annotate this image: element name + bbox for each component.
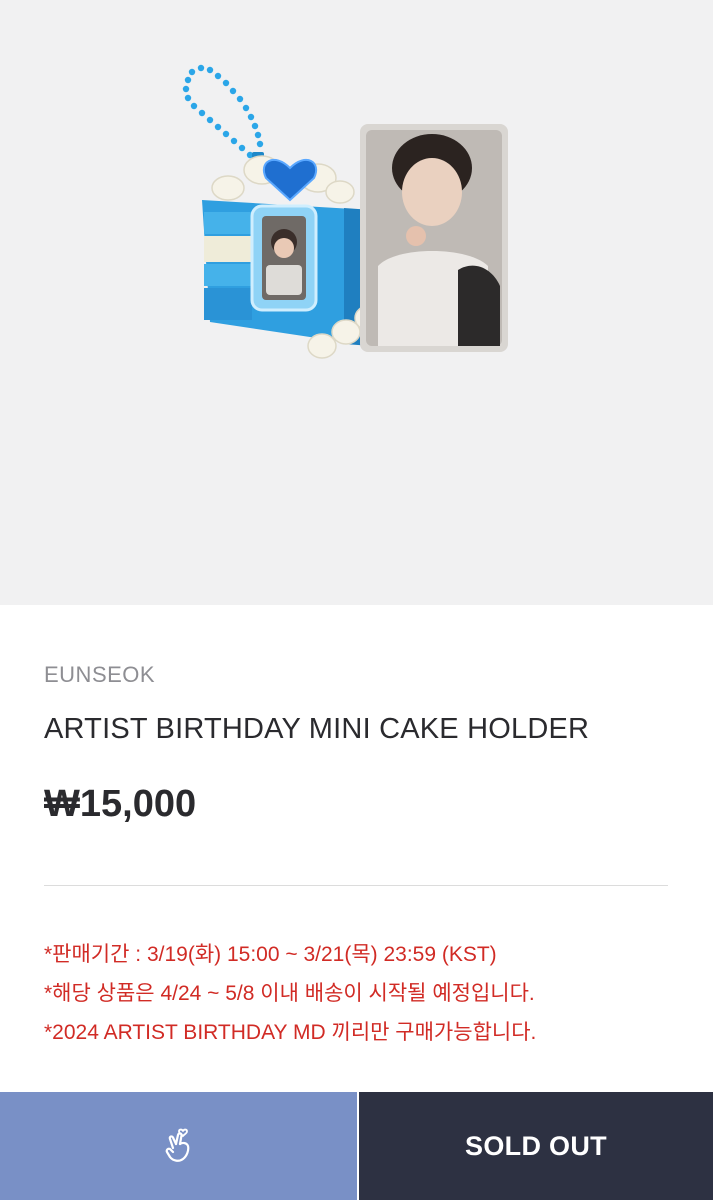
product-image-area <box>0 0 713 605</box>
notice-list: *판매기간 : 3/19(화) 15:00 ~ 3/21(목) 23:59 (K… <box>44 935 669 1052</box>
like-button[interactable] <box>0 1092 357 1200</box>
ball-chain <box>182 64 264 166</box>
product-price: ₩15,000 <box>44 783 197 825</box>
notice-purchase-restriction: *2024 ARTIST BIRTHDAY MD 끼리만 구매가능합니다. <box>44 1021 537 1044</box>
notice-sale-period: *판매기간 : 3/19(화) 15:00 ~ 3/21(목) 23:59 (K… <box>44 943 497 966</box>
photocard <box>360 124 508 352</box>
sold-out-button[interactable]: SOLD OUT <box>359 1092 713 1200</box>
heart-gem <box>263 158 317 202</box>
artist-name[interactable]: EUNSEOK <box>44 662 155 688</box>
product-title: ARTIST BIRTHDAY MINI CAKE HOLDER <box>44 713 590 745</box>
finger-heart-icon <box>165 1128 189 1162</box>
product-image <box>182 64 508 359</box>
bottom-action-bar: SOLD OUT <box>0 1092 713 1200</box>
divider <box>44 885 668 886</box>
notice-shipping: *해당 상품은 4/24 ~ 5/8 이내 배송이 시작될 예정입니다. <box>44 982 535 1005</box>
